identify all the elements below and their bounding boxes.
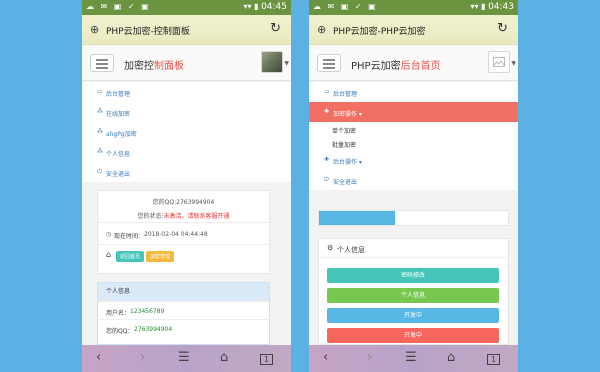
status-value: 未激活，请联系客服开通	[163, 213, 230, 220]
side-menu: ▭ 后台管理 ✚ 加密操作 ▾ 单个加密 批量加密 ✚ 后台操作 ▾ ⏻ 安全退…	[309, 82, 518, 190]
back-icon[interactable]: ‹	[323, 350, 328, 365]
status-right: ▾▾ ▮ 04:43	[471, 2, 514, 12]
brand-prefix: PHP云加密	[351, 61, 401, 72]
avatar[interactable]	[488, 51, 510, 73]
info-panel-header: ⚙ 个人信息	[319, 239, 508, 258]
username-value: 123456789	[130, 308, 165, 315]
menu-item-personal-info[interactable]: ⁂ 个人信息	[82, 142, 291, 162]
side-menu: ▭ 后台管理 ⁂ 在线加密 ⁂ ahgPg加密 ⁂ 个人信息 ⏻ 安全退出	[82, 82, 291, 182]
image-placeholder-icon	[493, 57, 505, 67]
menu-toggle-button[interactable]	[90, 54, 114, 72]
sitemap-icon: ⁂	[97, 108, 103, 115]
site-brand[interactable]: PHP云加密后台首页	[351, 57, 441, 72]
browser-bottom-bar: ‹ › ☰ ⌂ 1	[82, 345, 291, 372]
chevron-down-icon[interactable]: ▼	[284, 60, 289, 67]
menu-item-ahgpg[interactable]: ⁂ ahgPg加密	[82, 122, 291, 142]
tabs-icon[interactable]: 1	[260, 354, 274, 365]
browser-bottom-bar: ‹ › ☰ ⌂ 1	[309, 345, 518, 372]
monitor-icon: ▭	[97, 88, 103, 95]
site-navbar: PHP云加密后台首页 ▼	[309, 45, 518, 81]
in-development-button[interactable]: 开发中	[327, 308, 499, 323]
brand-accent: 后台首页	[400, 61, 441, 72]
browser-title-bar: ⊕ PHP云加密-PHP云加密 ↻	[309, 15, 518, 45]
status-right: ▾▾ ▮ 04:45	[244, 2, 287, 12]
menu-item-logout[interactable]: ⏻ 安全退出	[309, 170, 518, 190]
site-navbar: 加密控制面板 ▼	[82, 45, 291, 81]
progress-panel	[318, 210, 509, 226]
current-time-value: 2018-02-04 04:44:48	[144, 231, 208, 238]
qq-line: 您的QQ:2763994904	[152, 199, 215, 206]
account-status: 您的状态:未激活，请联系客服开通	[137, 213, 230, 220]
avatar[interactable]	[261, 51, 283, 73]
sitemap-icon: ⁂	[97, 148, 103, 155]
current-time-row: ◷ 现在时间: 2018-02-04 04:44:48	[98, 222, 269, 244]
menu-toggle-button[interactable]	[317, 54, 341, 72]
menu-icon[interactable]: ☰	[178, 350, 190, 365]
menu-icon[interactable]: ☰	[405, 350, 417, 365]
submenu-single-encrypt[interactable]: 单个加密	[309, 122, 518, 136]
gear-icon: ⚙	[327, 244, 334, 252]
power-icon: ⏻	[97, 168, 102, 175]
left-phone-screen: ☁ ✉ ▣ ✓ ▣ ▾▾ ▮ 04:45 ⊕ PHP云加密-控制面板 ↻ 加密控…	[82, 0, 291, 372]
home-icon[interactable]: ⌂	[220, 350, 228, 365]
plus-icon: ✚	[324, 108, 330, 115]
personal-info-header: 个人信息	[98, 283, 269, 301]
home-icon[interactable]: ⌂	[447, 350, 455, 365]
brand-accent: 制面板	[154, 61, 184, 72]
forward-icon[interactable]: ›	[140, 350, 145, 365]
page-content: PHP云加密后台首页 ▼ ▭ 后台管理 ✚ 加密操作 ▾ 单个加密 批量加密 ✚…	[309, 45, 518, 345]
status-bar: ☁ ✉ ▣ ✓ ▣ ▾▾ ▮ 04:45	[82, 0, 291, 15]
back-icon[interactable]: ‹	[96, 350, 101, 365]
sitemap-icon: ⁂	[97, 128, 103, 135]
personal-info-button[interactable]: 个人信息	[327, 288, 499, 303]
qq-row: 您的QQ： 2763994904	[98, 319, 269, 337]
menu-item-backend-ops[interactable]: ✚ 后台操作 ▾	[309, 150, 518, 170]
signal-icons: ▾▾ ▮	[243, 2, 259, 11]
status-bar: ☁ ✉ ▣ ✓ ▣ ▾▾ ▮ 04:43	[309, 0, 518, 15]
progress-fill	[319, 211, 395, 225]
status-time: 04:43	[488, 2, 514, 12]
refresh-icon[interactable]: ↻	[270, 21, 281, 36]
refresh-icon[interactable]: ↻	[497, 21, 508, 36]
qq-value: 2763994904	[134, 326, 173, 333]
submenu-batch-encrypt[interactable]: 批量加密	[309, 136, 518, 150]
clock-icon: ◷	[106, 231, 112, 238]
menu-item-admin[interactable]: ▭ 后台管理	[309, 82, 518, 102]
menu-item-admin[interactable]: ▭ 后台管理	[82, 82, 291, 102]
menu-item-encrypt-ops[interactable]: ✚ 加密操作 ▾	[309, 102, 518, 122]
monitor-icon: ▭	[324, 88, 330, 95]
notification-icons: ☁ ✉ ▣ ✓ ▣	[313, 2, 378, 11]
menu-item-logout[interactable]: ⏻ 安全退出	[82, 162, 291, 182]
globe-icon: ⊕	[317, 23, 327, 36]
brand-prefix: 加密控	[124, 61, 154, 72]
chevron-down-icon[interactable]: ▼	[511, 60, 516, 67]
in-development-button-2[interactable]: 开发中	[327, 328, 499, 343]
page-title: PHP云加密-PHP云加密	[333, 27, 426, 37]
page-title: PHP云加密-控制面板	[106, 27, 190, 37]
status-time: 04:45	[261, 2, 287, 12]
quick-links-row: ⌂ 返回首页 加密管理	[98, 244, 269, 266]
account-panel: 您的QQ:2763994904 您的状态:未激活，请联系客服开通 ◷ 现在时间:…	[97, 190, 270, 274]
notification-icons: ☁ ✉ ▣ ✓ ▣	[86, 2, 151, 11]
page-content: 加密控制面板 ▼ ▭ 后台管理 ⁂ 在线加密 ⁂ ahgPg加密 ⁂ 个人信息	[82, 45, 291, 345]
encrypt-admin-chip[interactable]: 加密管理	[146, 251, 175, 262]
back-home-chip[interactable]: 返回首页	[116, 251, 145, 262]
home-icon: ⌂	[106, 250, 112, 259]
globe-icon: ⊕	[90, 23, 100, 36]
username-row: 用户名： 123456789	[98, 301, 269, 319]
power-icon: ⏻	[324, 176, 329, 183]
right-phone-screen: ☁ ✉ ▣ ✓ ▣ ▾▾ ▮ 04:43 ⊕ PHP云加密-PHP云加密 ↻ P…	[309, 0, 518, 372]
menu-item-online-encrypt[interactable]: ⁂ 在线加密	[82, 102, 291, 122]
plus-icon: ✚	[324, 156, 330, 163]
forward-icon[interactable]: ›	[367, 350, 372, 365]
personal-info-panel: 个人信息 用户名： 123456789 您的QQ： 2763994904	[97, 282, 270, 345]
browser-title-bar: ⊕ PHP云加密-控制面板 ↻	[82, 15, 291, 45]
site-brand[interactable]: 加密控制面板	[124, 57, 184, 72]
change-password-button[interactable]: 密码修改	[327, 268, 499, 283]
tabs-icon[interactable]: 1	[487, 354, 501, 365]
signal-icons: ▾▾ ▮	[470, 2, 486, 11]
